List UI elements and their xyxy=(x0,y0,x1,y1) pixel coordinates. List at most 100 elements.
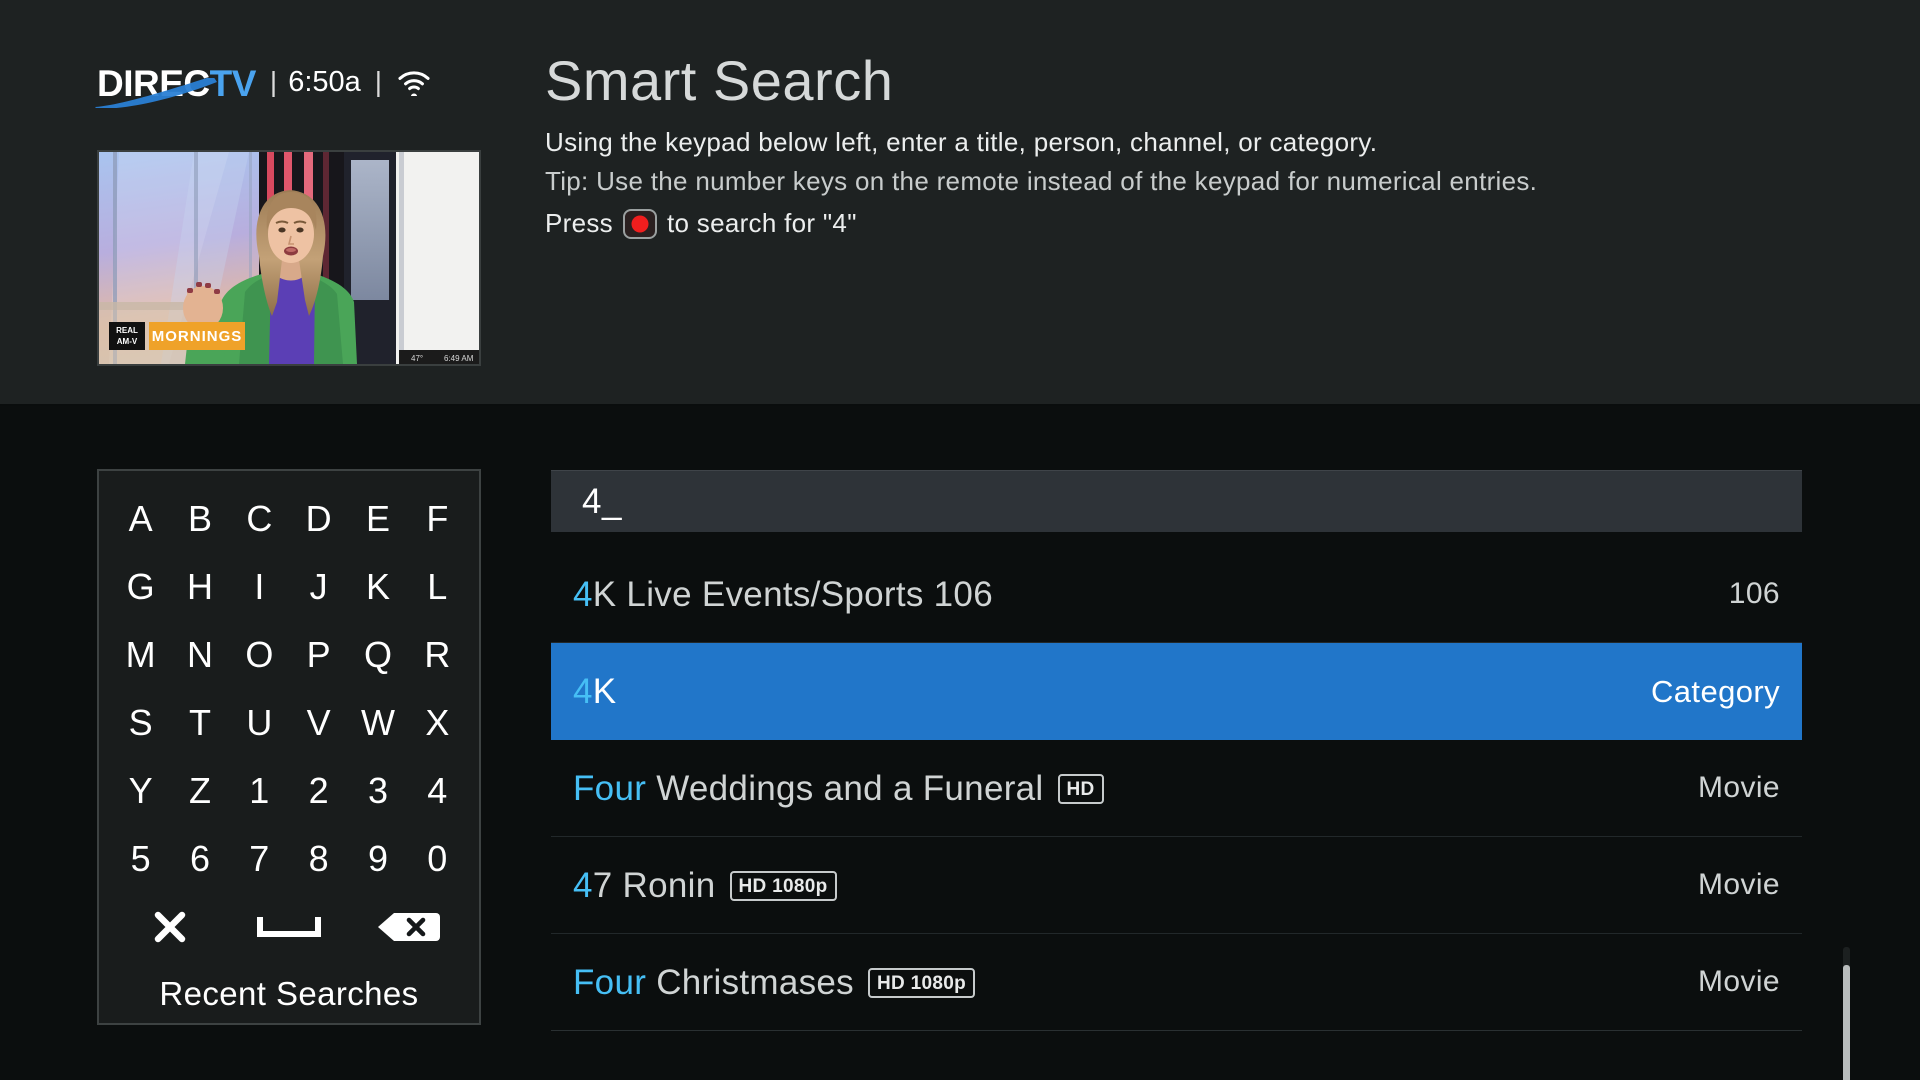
keypad-key-2[interactable]: 2 xyxy=(289,757,348,825)
result-title-text: 4K Live Events/Sports 106 xyxy=(573,574,993,614)
result-title: Four Christmases HD 1080p xyxy=(573,965,975,1000)
brand-bar: DIRECTV | 6:50a | xyxy=(95,60,487,108)
scrollbar-thumb[interactable] xyxy=(1843,965,1850,1080)
brand-separator-right: | xyxy=(374,66,383,97)
smart-search-screen: DIRECTV | 6:50a | REAL AM-V MORNINGS 47°… xyxy=(0,0,1920,1080)
keypad-key-g[interactable]: G xyxy=(111,553,170,621)
result-row[interactable]: 4K Category xyxy=(551,643,1802,740)
keypad-key-k[interactable]: K xyxy=(348,553,407,621)
keypad-key-q[interactable]: Q xyxy=(348,621,407,689)
record-button-icon[interactable] xyxy=(622,208,657,239)
keypad-key-z[interactable]: Z xyxy=(170,757,229,825)
result-meta: Movie xyxy=(1697,868,1780,901)
keypad-key-u[interactable]: U xyxy=(230,689,289,757)
svg-text:REAL: REAL xyxy=(116,326,138,335)
quality-badge: HD 1080p xyxy=(867,968,975,998)
keypad-key-t[interactable]: T xyxy=(170,689,229,757)
press-to-search-line: Press to search for "4" xyxy=(545,204,1865,244)
backspace-icon[interactable] xyxy=(348,893,467,961)
keypad-key-6[interactable]: 6 xyxy=(170,825,229,893)
instruction-text: Using the keypad below left, enter a tit… xyxy=(545,126,1378,157)
svg-text:47°: 47° xyxy=(411,354,423,363)
result-title-match: 4 xyxy=(573,672,593,711)
result-row[interactable]: Four Christmases HD 1080p Movie xyxy=(551,934,1802,1031)
keypad-key-9[interactable]: 9 xyxy=(348,825,407,893)
result-meta: Category xyxy=(1651,673,1780,709)
press-prefix-text: Press xyxy=(545,207,613,238)
keypad-key-0[interactable]: 0 xyxy=(408,825,467,893)
search-results-list: 4K Live Events/Sports 106 106 4K Category Fo… xyxy=(551,546,1802,1031)
clear-x-icon[interactable] xyxy=(111,893,230,961)
result-title-match: 4 xyxy=(573,574,593,614)
result-title-text: Four Weddings and a Funeral xyxy=(573,768,1044,808)
keypad-key-w[interactable]: W xyxy=(348,689,407,757)
header-bar: DIRECTV | 6:50a | REAL AM-V MORNINGS 47°… xyxy=(0,0,1920,406)
search-input-value: 4_ xyxy=(582,482,622,521)
keypad-action-row xyxy=(111,893,467,961)
svg-text:AM-V: AM-V xyxy=(117,337,138,346)
result-title: Four Weddings and a Funeral HD xyxy=(573,771,1104,806)
search-and-results: 4_ 4K Live Events/Sports 106 106 4K Categor… xyxy=(551,470,1802,1031)
results-scrollbar[interactable] xyxy=(1843,947,1850,1080)
keypad-key-m[interactable]: M xyxy=(111,621,170,689)
keypad-key-a[interactable]: A xyxy=(111,485,170,553)
onscreen-keypad[interactable]: ABCDEF GHIJKL MNOPQR STUVWX YZ1234 567890 Rec… xyxy=(97,469,481,1025)
header-text-block: Smart Search Using the keypad below left… xyxy=(545,49,1865,244)
result-title-text: Four Christmases xyxy=(573,962,854,1002)
header-left-column: DIRECTV | 6:50a | xyxy=(95,60,487,108)
keypad-key-o[interactable]: O xyxy=(230,621,289,689)
quality-badge: HD xyxy=(1057,774,1104,804)
keypad-key-b[interactable]: B xyxy=(170,485,229,553)
keypad-key-n[interactable]: N xyxy=(170,621,229,689)
keypad-key-1[interactable]: 1 xyxy=(230,757,289,825)
keypad-key-8[interactable]: 8 xyxy=(289,825,348,893)
keypad-key-d[interactable]: D xyxy=(289,485,348,553)
keypad-grid: ABCDEF GHIJKL MNOPQR STUVWX YZ1234 567890 xyxy=(111,485,467,893)
result-title-match: Four xyxy=(573,768,647,808)
keypad-key-s[interactable]: S xyxy=(111,689,170,757)
result-meta: Movie xyxy=(1697,771,1780,804)
keypad-key-p[interactable]: P xyxy=(289,621,348,689)
keypad-key-l[interactable]: L xyxy=(408,553,467,621)
recent-searches-button[interactable]: Recent Searches xyxy=(111,975,467,1013)
directv-logo: DIRECTV xyxy=(95,63,257,108)
tip-text: Tip: Use the number keys on the remote i… xyxy=(545,166,1538,197)
keypad-key-y[interactable]: Y xyxy=(111,757,170,825)
result-title-text: 47 Ronin xyxy=(573,865,716,905)
logo-direc-text: DIREC xyxy=(97,63,210,104)
keypad-key-f[interactable]: F xyxy=(408,485,467,553)
result-row[interactable]: 4K Live Events/Sports 106 106 xyxy=(551,546,1802,643)
press-suffix-text: to search for "4" xyxy=(666,207,857,238)
search-input[interactable]: 4_ xyxy=(551,470,1802,532)
keypad-key-v[interactable]: V xyxy=(289,689,348,757)
keypad-key-5[interactable]: 5 xyxy=(111,825,170,893)
keypad-key-e[interactable]: E xyxy=(348,485,407,553)
live-video-preview[interactable]: REAL AM-V MORNINGS 47° 6:49 AM xyxy=(97,150,481,366)
body-area: ABCDEFGHIJKLMNOPQRSTUVWXYZ1234567890 Rec… xyxy=(0,406,1920,1080)
result-title-match: Four xyxy=(573,962,647,1002)
keypad-key-4[interactable]: 4 xyxy=(408,757,467,825)
clock-time: 6:50a xyxy=(288,65,361,98)
result-row[interactable]: 47 Ronin HD 1080p Movie xyxy=(551,837,1802,934)
result-meta: Movie xyxy=(1697,965,1780,998)
result-row[interactable]: Four Weddings and a Funeral HD Movie xyxy=(551,740,1802,837)
result-title: 4K xyxy=(573,674,616,709)
keypad-key-c[interactable]: C xyxy=(230,485,289,553)
keypad-key-7[interactable]: 7 xyxy=(230,825,289,893)
result-title-text: 4K xyxy=(573,672,617,711)
svg-text:6:49 AM: 6:49 AM xyxy=(444,354,474,363)
page-title: Smart Search xyxy=(545,49,894,112)
spacebar-icon[interactable] xyxy=(230,893,349,961)
result-title-match: 4 xyxy=(573,865,593,905)
keypad-key-j[interactable]: J xyxy=(289,553,348,621)
keypad-key-r[interactable]: R xyxy=(408,621,467,689)
brand-separator-left: | xyxy=(269,66,278,97)
result-title: 47 Ronin HD 1080p xyxy=(573,868,837,903)
logo-tv-text: TV xyxy=(209,63,257,104)
keypad-key-h[interactable]: H xyxy=(170,553,229,621)
keypad-key-x[interactable]: X xyxy=(408,689,467,757)
keypad-key-i[interactable]: I xyxy=(230,553,289,621)
svg-text:MORNINGS: MORNINGS xyxy=(152,328,243,345)
keypad-key-3[interactable]: 3 xyxy=(348,757,407,825)
result-meta: 106 xyxy=(1728,577,1780,610)
